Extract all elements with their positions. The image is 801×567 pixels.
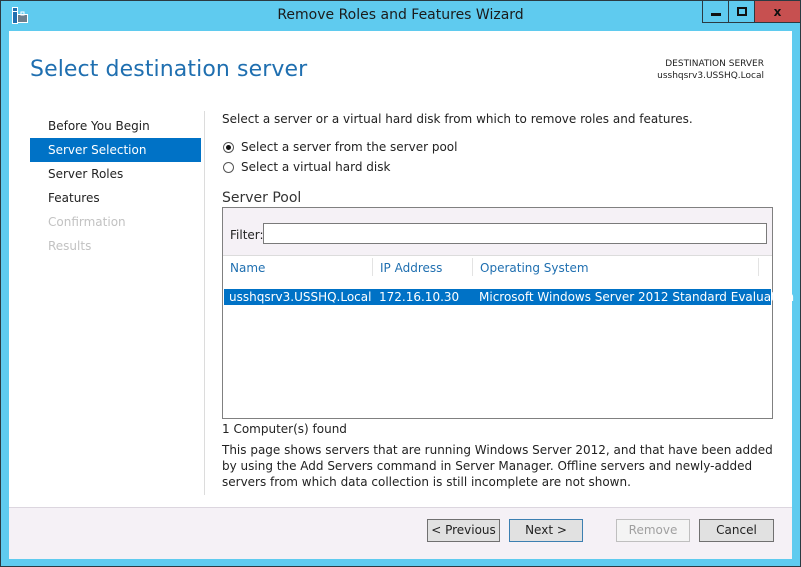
column-header-name[interactable]: Name [223, 256, 373, 280]
column-header-operating-system[interactable]: Operating System [473, 256, 758, 280]
nav-item-before-you-begin[interactable]: Before You Begin [30, 114, 201, 138]
intro-text: Select a server or a virtual hard disk f… [222, 112, 693, 126]
radio-button-checked[interactable] [223, 141, 234, 153]
nav-item-server-roles[interactable]: Server Roles [30, 162, 201, 186]
minimize-icon [710, 13, 721, 16]
close-button[interactable]: x [755, 1, 800, 22]
cell-ip-address: 172.16.10.30 [379, 290, 460, 304]
column-headers: Name IP Address Operating System [223, 256, 772, 280]
radio-virtual-hard-disk[interactable]: Select a virtual hard disk [223, 160, 390, 174]
found-count: 1 Computer(s) found [222, 422, 347, 436]
column-header-ip-address[interactable]: IP Address [373, 256, 473, 280]
nav-item-results: Results [48, 239, 92, 253]
destination-server-value: usshqsrv3.USSHQ.Local [657, 71, 764, 81]
nav-item-features[interactable]: Features [30, 186, 201, 210]
button-bar: < Previous Next > Remove Cancel [9, 507, 792, 559]
description-text: This page shows servers that are running… [222, 443, 773, 489]
filter-label: Filter: [230, 228, 264, 242]
table-row[interactable]: usshqsrv3.USSHQ.Local 172.16.10.30 Micro… [224, 289, 794, 305]
radio-server-pool[interactable]: Select a server from the server pool [223, 140, 458, 154]
wizard-body: Select destination server DESTINATION SE… [9, 31, 794, 559]
wizard-nav: Before You Begin Server Selection Server… [30, 114, 201, 258]
nav-item-server-selection[interactable]: Server Selection [30, 138, 201, 162]
server-pool-list: Filter: Name IP Address Operating System… [222, 207, 794, 419]
maximize-icon [736, 7, 747, 16]
destination-server: DESTINATION SERVER usshqsrv3.USSHQ.Local [657, 58, 764, 82]
server-pool-title: Server Pool [222, 190, 302, 206]
nav-item-confirmation: Confirmation [48, 215, 126, 229]
destination-server-label: DESTINATION SERVER [665, 59, 764, 69]
minimize-button[interactable] [703, 1, 729, 22]
column-divider[interactable] [758, 258, 759, 276]
filter-input[interactable] [263, 223, 767, 244]
window-title: Remove Roles and Features Wizard [277, 7, 524, 23]
cancel-button[interactable]: Cancel [699, 519, 774, 542]
filter-bar: Filter: [223, 208, 772, 256]
radio-label[interactable]: Select a virtual hard disk [241, 160, 390, 174]
nav-divider [204, 111, 205, 495]
cell-operating-system: Microsoft Windows Server 2012 Standard E… [479, 290, 795, 304]
next-button[interactable]: Next > [509, 519, 583, 542]
radio-button-unchecked[interactable] [223, 161, 234, 173]
maximize-button[interactable] [729, 1, 755, 22]
previous-button[interactable]: < Previous [427, 519, 500, 542]
remove-button: Remove [616, 519, 690, 542]
cell-name: usshqsrv3.USSHQ.Local [229, 290, 372, 304]
page-title: Select destination server [30, 57, 308, 82]
radio-label[interactable]: Select a server from the server pool [241, 140, 458, 154]
wizard-window: Remove Roles and Features Wizard x Selec… [0, 0, 801, 567]
title-bar[interactable]: Remove Roles and Features Wizard x [1, 1, 800, 31]
window-controls: x [702, 1, 800, 23]
close-icon: x [773, 4, 782, 19]
